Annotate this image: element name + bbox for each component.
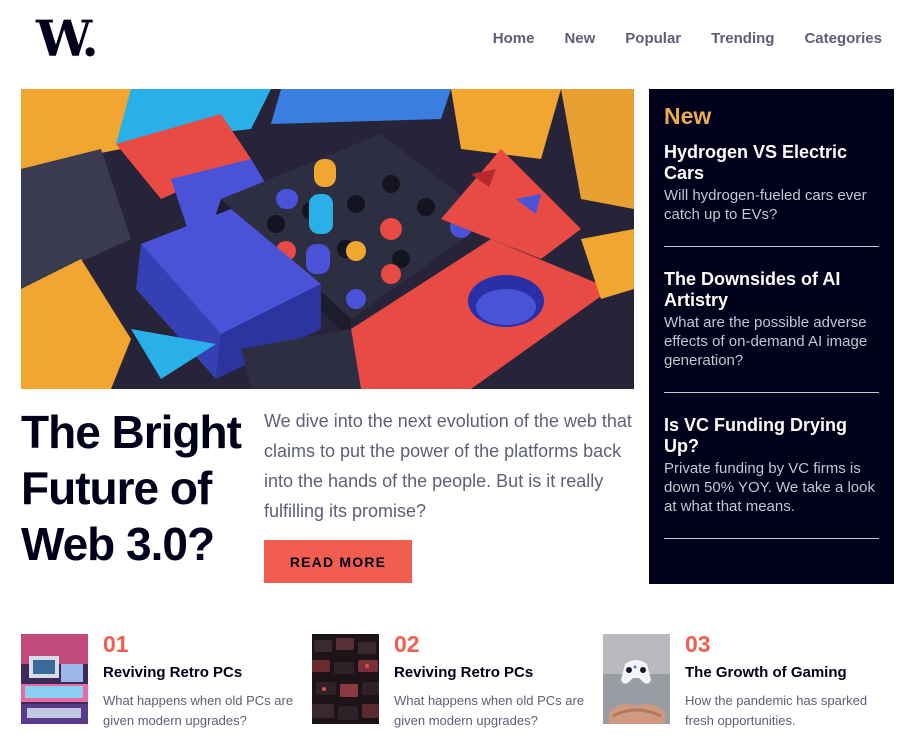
featured-articles: 01 Reviving Retro PCs What happens when … [21,631,894,731]
new-item: The Downsides of AI Artistry What are th… [664,269,879,393]
hero-title: The Bright Future of Web 3.0? [21,406,242,570]
nav-item-categories[interactable]: Categories [804,30,882,47]
gaming-controller-thumbnail[interactable] [603,634,670,724]
article-number: 02 [394,631,420,657]
logo[interactable]: W. [36,14,99,64]
article-title[interactable]: Reviving Retro PCs [394,664,603,682]
article-text: How the pandemic has sparked fresh oppor… [685,693,868,728]
main-nav: Home New Popular Trending Categories [493,30,882,47]
article-text: What happens when old PCs are given mode… [103,693,294,728]
article-card: 01 Reviving Retro PCs What happens when … [21,631,312,731]
nav-item-popular[interactable]: Popular [625,30,681,47]
new-item-title[interactable]: Hydrogen VS Electric Cars [664,142,879,184]
article-card: 03 The Growth of Gaming How the pandemic… [603,631,894,731]
article-number: 03 [685,631,711,657]
retro-pc-thumbnail[interactable] [21,634,88,724]
nav-item-trending[interactable]: Trending [711,30,774,47]
nav-item-home[interactable]: Home [493,30,535,47]
keyboard-thumbnail[interactable] [312,634,379,724]
article-title[interactable]: Reviving Retro PCs [103,664,312,682]
article-card: 02 Reviving Retro PCs What happens when … [312,631,603,731]
hero-description: We dive into the next evolution of the w… [264,411,632,521]
new-item: Hydrogen VS Electric Cars Will hydrogen-… [664,142,879,247]
article-title[interactable]: The Growth of Gaming [685,664,894,682]
read-more-button[interactable]: READ MORE [264,540,412,583]
article-number: 01 [103,631,129,657]
new-item-text: Private funding by VC firms is down 50% … [664,460,875,515]
new-item: Is VC Funding Drying Up? Private funding… [664,415,879,539]
article-text: What happens when old PCs are given mode… [394,693,585,728]
new-articles-panel: New Hydrogen VS Electric Cars Will hydro… [649,89,894,584]
new-item-text: What are the possible adverse effects of… [664,314,868,369]
new-item-text: Will hydrogen-fueled cars ever catch up … [664,187,867,223]
nav-item-new[interactable]: New [564,30,595,47]
new-item-title[interactable]: The Downsides of AI Artistry [664,269,879,311]
new-item-title[interactable]: Is VC Funding Drying Up? [664,415,879,457]
new-panel-heading: New [664,103,712,129]
hero-image [21,89,634,389]
